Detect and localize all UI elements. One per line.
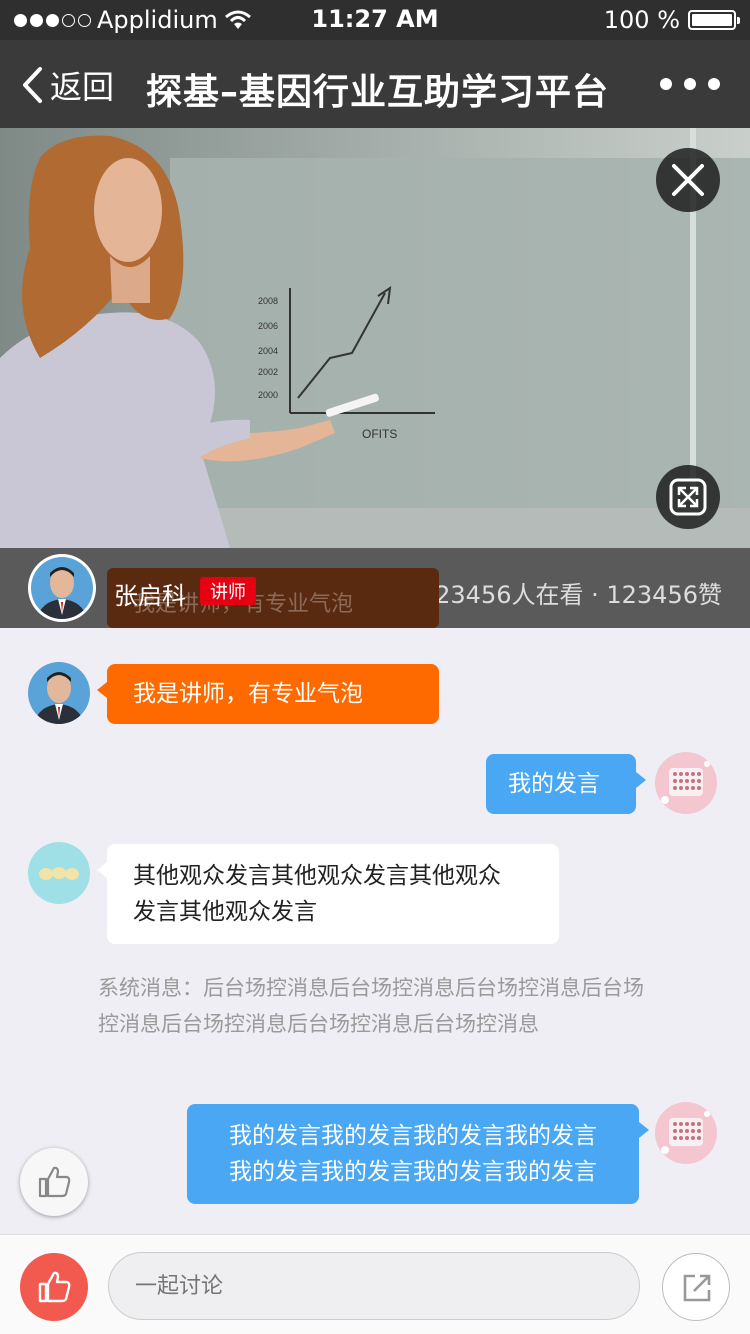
board-year: 2006 xyxy=(258,321,278,331)
battery-percent: 100 % xyxy=(603,6,680,34)
teacher-avatar[interactable] xyxy=(28,662,90,724)
thumbs-up-icon xyxy=(38,1271,71,1303)
close-video-button[interactable] xyxy=(656,148,720,212)
board-year: 2000 xyxy=(258,390,278,400)
message-text: 我是讲师，有专业气泡 xyxy=(133,681,363,707)
fullscreen-button[interactable] xyxy=(656,465,720,529)
bottom-input-bar xyxy=(0,1234,750,1334)
like-button[interactable] xyxy=(20,1253,88,1321)
chat-bubble-mine[interactable]: 我的发言 xyxy=(486,754,646,814)
share-button[interactable] xyxy=(662,1253,730,1321)
thumbs-up-icon xyxy=(38,1166,71,1198)
message-text: 我的发言 xyxy=(508,771,600,797)
host-name: 张启科 xyxy=(114,582,186,610)
board-year: 2008 xyxy=(258,296,278,306)
viewer-avatar[interactable] xyxy=(28,842,90,904)
battery-icon xyxy=(688,10,740,30)
close-icon xyxy=(672,164,704,196)
chat-bubble-mine[interactable]: 我的发言我的发言我的发言我的发言 我的发言我的发言我的发言我的发言 xyxy=(187,1104,649,1204)
message-text: 我的发言我的发言我的发言我的发言 xyxy=(229,1159,597,1185)
back-button[interactable]: 返回 xyxy=(20,62,114,108)
system-message: 系统消息：后台场控消息后台场控消息后台场控消息后台场控消息后台场控消息后台场控消… xyxy=(98,976,644,1036)
message-text: 发言其他观众发言 xyxy=(133,899,317,925)
host-avatar[interactable] xyxy=(28,554,96,622)
my-avatar[interactable] xyxy=(655,1102,717,1164)
nav-bar: 返回 探基–基因行业互助学习平台 xyxy=(0,40,750,128)
chat-bubble-teacher[interactable]: 我是讲师，有专业气泡 xyxy=(97,664,439,724)
floating-like-button[interactable] xyxy=(20,1148,88,1216)
message-text: 其他观众发言其他观众发言其他观众 xyxy=(133,863,501,889)
my-avatar[interactable] xyxy=(655,752,717,814)
board-label: OFITS xyxy=(362,427,397,441)
video-frame-image: 2008 2006 2004 2002 2000 OFITS xyxy=(0,128,750,548)
fullscreen-icon xyxy=(669,478,707,516)
discussion-input[interactable] xyxy=(108,1252,640,1320)
status-bar: Applidium 11:27 AM 100 % xyxy=(0,0,750,40)
message-text: 我的发言我的发言我的发言我的发言 xyxy=(229,1123,597,1149)
live-video-player[interactable]: 2008 2006 2004 2002 2000 OFITS xyxy=(0,128,750,548)
chevron-left-icon xyxy=(23,67,42,103)
viewer-like-stats: 123456人在看 · 123456赞 xyxy=(419,581,722,609)
lecturer-badge: 讲师 xyxy=(200,577,256,605)
board-year: 2004 xyxy=(258,346,278,356)
chat-bubble-viewer[interactable]: 其他观众发言其他观众发言其他观众 发言其他观众发言 xyxy=(97,844,559,944)
live-info-bar: 我是讲师，有专业气泡 张启科 讲师 123456人在看 · 123456赞 xyxy=(0,548,750,628)
back-label: 返回 xyxy=(50,68,115,106)
page-title: 探基–基因行业互助学习平台 xyxy=(146,72,610,113)
share-icon xyxy=(683,1274,711,1302)
more-dots-icon[interactable] xyxy=(660,78,720,90)
board-year: 2002 xyxy=(258,367,278,377)
